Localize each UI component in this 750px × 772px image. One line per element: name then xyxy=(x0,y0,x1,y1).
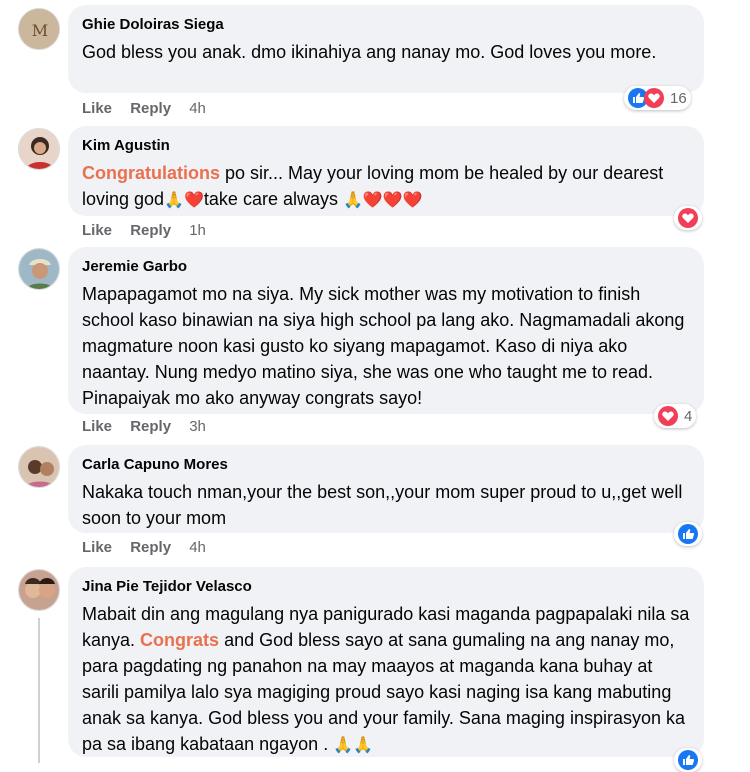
emoji: 🙏❤️❤️❤️ xyxy=(342,192,423,209)
avatar[interactable] xyxy=(18,248,60,290)
comment-bubble: Jina Pie Tejidor Velasco Mabait din ang … xyxy=(68,567,704,757)
comment-author[interactable]: Jina Pie Tejidor Velasco xyxy=(82,577,690,597)
avatar[interactable] xyxy=(18,569,60,611)
love-icon xyxy=(678,208,698,228)
highlight-text[interactable]: Congrats xyxy=(140,630,219,650)
comment-actions: Like Reply 1h xyxy=(82,222,220,239)
reaction-summary[interactable] xyxy=(674,748,702,772)
comment-time[interactable]: 4h xyxy=(189,539,206,556)
comment-bubble: Jeremie Garbo Mapapagamot mo na siya. My… xyxy=(68,247,704,414)
love-icon xyxy=(658,406,678,426)
like-button[interactable]: Like xyxy=(82,100,112,117)
reply-button[interactable]: Reply xyxy=(130,222,171,239)
reply-button[interactable]: Reply xyxy=(130,100,171,117)
like-icon xyxy=(678,750,698,770)
comment-author[interactable]: Ghie Doloiras Siega xyxy=(82,15,690,35)
like-button[interactable]: Like xyxy=(82,418,112,435)
comment-bubble: Carla Capuno Mores Nakaka touch nman,you… xyxy=(68,445,704,533)
love-icon xyxy=(644,88,664,108)
like-button[interactable]: Like xyxy=(82,539,112,556)
comment-time[interactable]: 3h xyxy=(189,418,206,435)
reaction-summary[interactable]: 16 xyxy=(624,86,691,110)
comment-text: Nakaka touch nman,your the best son,,you… xyxy=(82,482,683,528)
svg-text:M: M xyxy=(32,21,48,40)
emoji: 🙏❤️ xyxy=(164,192,204,209)
comment-text: Mabait din ang magulang nya panigurado k… xyxy=(82,604,690,754)
like-icon xyxy=(678,524,698,544)
comment-bubble: Ghie Doloiras Siega God bless you anak. … xyxy=(68,5,704,93)
comment-author[interactable]: Jeremie Garbo xyxy=(82,257,690,277)
emoji: 🙏🙏 xyxy=(333,737,374,754)
comment-time[interactable]: 4h xyxy=(189,100,206,117)
comment-text: God bless you anak. dmo ikinahiya ang na… xyxy=(82,42,657,62)
comment-bubble: Kim Agustin Congratulations po sir... Ma… xyxy=(68,126,704,216)
like-button[interactable]: Like xyxy=(82,222,112,239)
comment-actions: Like Reply 4h xyxy=(82,100,220,117)
reaction-summary[interactable] xyxy=(674,206,702,230)
reaction-summary[interactable] xyxy=(674,522,702,546)
highlight-text[interactable]: Congratulations xyxy=(82,163,220,183)
reply-button[interactable]: Reply xyxy=(130,539,171,556)
avatar[interactable] xyxy=(18,446,60,488)
comment-text: Congratulations po sir... May your lovin… xyxy=(82,163,664,209)
comment-author[interactable]: Kim Agustin xyxy=(82,136,690,156)
comment-actions: Like Reply 3h xyxy=(82,418,220,435)
thread-line xyxy=(38,618,40,763)
reply-button[interactable]: Reply xyxy=(130,418,171,435)
reaction-count: 4 xyxy=(684,407,693,425)
avatar[interactable]: M xyxy=(18,8,60,50)
reaction-count: 16 xyxy=(670,89,687,107)
comment-text: Mapapagamot mo na siya. My sick mother w… xyxy=(82,284,685,408)
avatar[interactable] xyxy=(18,128,60,170)
comment-author[interactable]: Carla Capuno Mores xyxy=(82,455,690,475)
comment-time[interactable]: 1h xyxy=(189,222,206,239)
comment-actions: Like Reply 4h xyxy=(82,539,220,556)
reaction-summary[interactable]: 4 xyxy=(654,404,697,428)
